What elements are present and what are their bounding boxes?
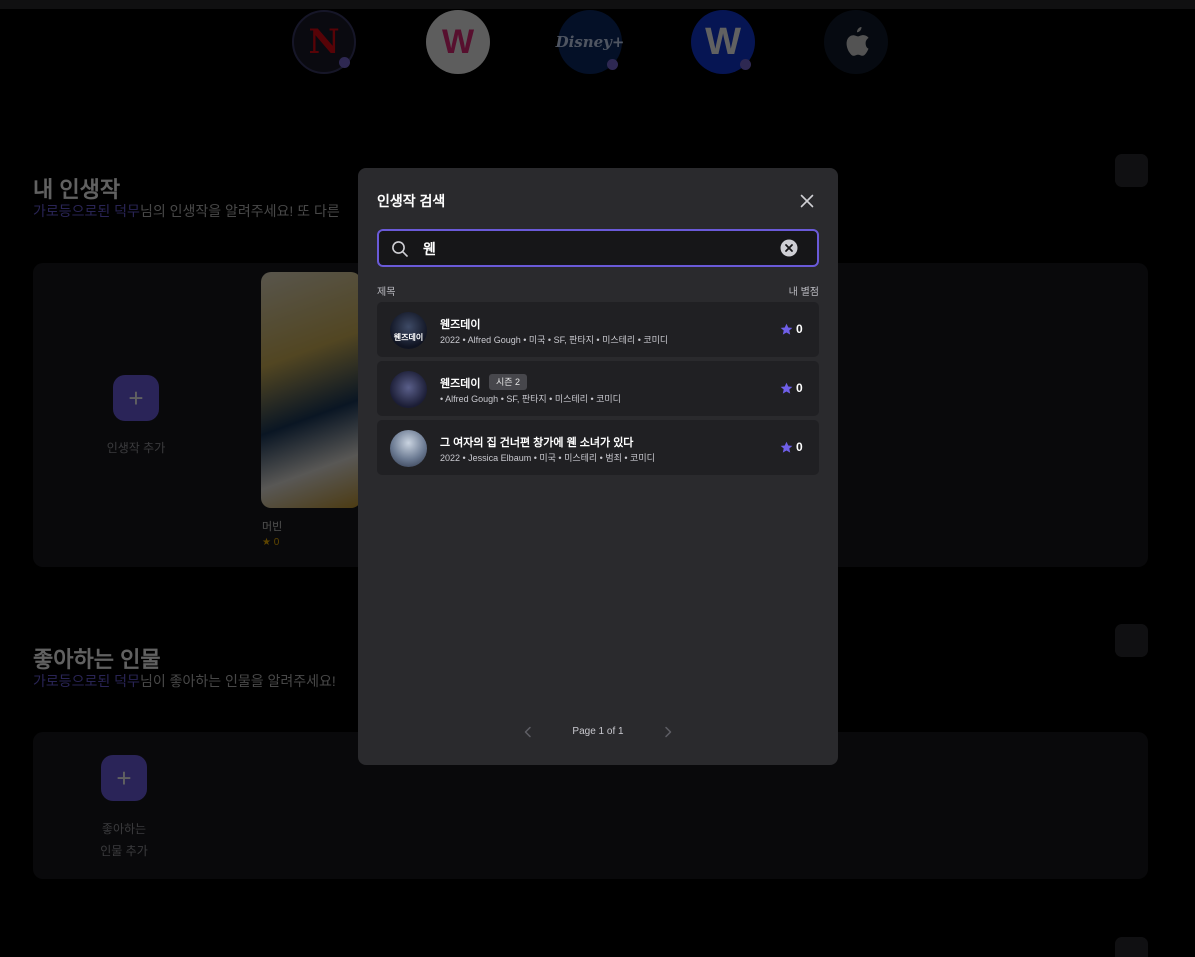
result-row[interactable]: 그 여자의 집 건너편 창가에 웬 소녀가 있다 2022 • Jessica … xyxy=(377,420,819,475)
modal-title: 인생작 검색 xyxy=(377,193,446,209)
poster-rating: ★ 0 xyxy=(262,537,279,548)
thumbnail-text: 웬즈데이 xyxy=(393,333,424,342)
pagination: Page 1 of 1 xyxy=(358,725,838,739)
apple-tv-logo-icon[interactable] xyxy=(824,10,888,74)
subtitle-text: 님이 좋아하는 인물을 알려주세요! xyxy=(139,673,336,689)
result-meta: 2022 • Jessica Elbaum • 미국 • 미스테리 • 범죄 •… xyxy=(440,453,655,463)
result-rating: 0 xyxy=(796,440,803,454)
result-title: 웬즈데이 xyxy=(440,319,481,331)
ott-service-row: N W Disney+ W xyxy=(292,10,892,74)
chevron-right-icon[interactable] xyxy=(661,725,675,739)
result-row[interactable]: 웬즈데이 웬즈데이 2022 • Alfred Gough • 미국 • SF,… xyxy=(377,302,819,357)
subtitle-text: 님의 인생작을 알려주세요! 또 다른 xyxy=(139,203,340,219)
username-highlight: 가로등으로된 덕무 xyxy=(33,203,140,219)
wavve-logo-icon[interactable]: W xyxy=(426,10,490,74)
result-title: 그 여자의 집 건너편 창가에 웬 소녀가 있다 xyxy=(440,437,634,449)
clear-search-icon[interactable] xyxy=(780,239,798,257)
star-icon[interactable] xyxy=(780,441,793,454)
section-title-favorite-people: 좋아하는 인물 xyxy=(33,647,161,672)
selected-dot-icon xyxy=(740,59,751,70)
result-meta: • Alfred Gough • SF, 판타지 • 미스테리 • 코미디 xyxy=(440,394,621,404)
search-input[interactable] xyxy=(423,237,763,261)
result-title: 웬즈데이 xyxy=(440,378,481,390)
add-life-work-button[interactable]: + xyxy=(113,375,159,421)
poster-rating-value: ★ 0 xyxy=(262,537,280,548)
result-thumbnail xyxy=(390,371,427,408)
add-person-label-line1: 좋아하는 xyxy=(101,822,147,836)
add-person-button[interactable]: + xyxy=(101,755,147,801)
add-person-label: 좋아하는 인물 추가 xyxy=(78,818,170,862)
close-icon[interactable] xyxy=(798,192,816,210)
result-rating: 0 xyxy=(796,381,803,395)
section-expand-button[interactable] xyxy=(1115,154,1148,187)
star-icon[interactable] xyxy=(780,323,793,336)
netflix-glyph: N xyxy=(308,22,340,62)
poster-image[interactable] xyxy=(261,272,361,508)
watcha-logo-icon[interactable]: W xyxy=(691,10,755,74)
wavve-glyph: W xyxy=(441,22,475,61)
result-meta: 2022 • Alfred Gough • 미국 • SF, 판타지 • 미스테… xyxy=(440,335,669,345)
poster-caption: 머빈 xyxy=(262,521,283,533)
season-badge: 시즌 2 xyxy=(489,374,528,390)
username-highlight: 가로등으로된 덕무 xyxy=(33,673,140,689)
section-expand-button[interactable] xyxy=(1115,937,1148,957)
result-row[interactable]: 웬즈데이 시즌 2 • Alfred Gough • SF, 판타지 • 미스테… xyxy=(377,361,819,416)
add-person-label-line2: 인물 추가 xyxy=(100,844,148,858)
search-icon xyxy=(392,241,408,257)
add-life-work-label: 인생작 추가 xyxy=(106,441,166,455)
section-title-life-works: 내 인생작 xyxy=(33,177,121,202)
search-modal: 인생작 검색 제목 내 별점 웬즈데이 웬즈데이 2022 • Alfred G… xyxy=(358,168,838,765)
top-bar xyxy=(0,0,1195,9)
page-indicator: Page 1 of 1 xyxy=(572,726,624,737)
section-subtitle-life-works: 가로등으로된 덕무님의 인생작을 알려주세요! 또 다른 xyxy=(33,201,340,221)
apple-icon xyxy=(846,27,869,56)
search-box xyxy=(377,229,819,267)
result-rating: 0 xyxy=(796,322,803,336)
result-thumbnail: 웬즈데이 xyxy=(390,312,427,349)
disney-glyph: Disney+ xyxy=(555,33,625,51)
column-header-rating: 내 별점 xyxy=(788,287,819,298)
watcha-glyph: W xyxy=(705,20,741,63)
plus-icon: + xyxy=(116,762,132,793)
selected-dot-icon xyxy=(607,59,618,70)
star-icon[interactable] xyxy=(780,382,793,395)
netflix-logo-icon[interactable]: N xyxy=(292,10,356,74)
section-subtitle-favorite-people: 가로등으로된 덕무님이 좋아하는 인물을 알려주세요! xyxy=(33,671,336,691)
result-thumbnail xyxy=(390,430,427,467)
plus-icon: + xyxy=(128,382,144,413)
selected-dot-icon xyxy=(339,57,350,68)
disney-plus-logo-icon[interactable]: Disney+ xyxy=(555,10,625,74)
section-expand-button[interactable] xyxy=(1115,624,1148,657)
column-header-title: 제목 xyxy=(377,287,396,298)
